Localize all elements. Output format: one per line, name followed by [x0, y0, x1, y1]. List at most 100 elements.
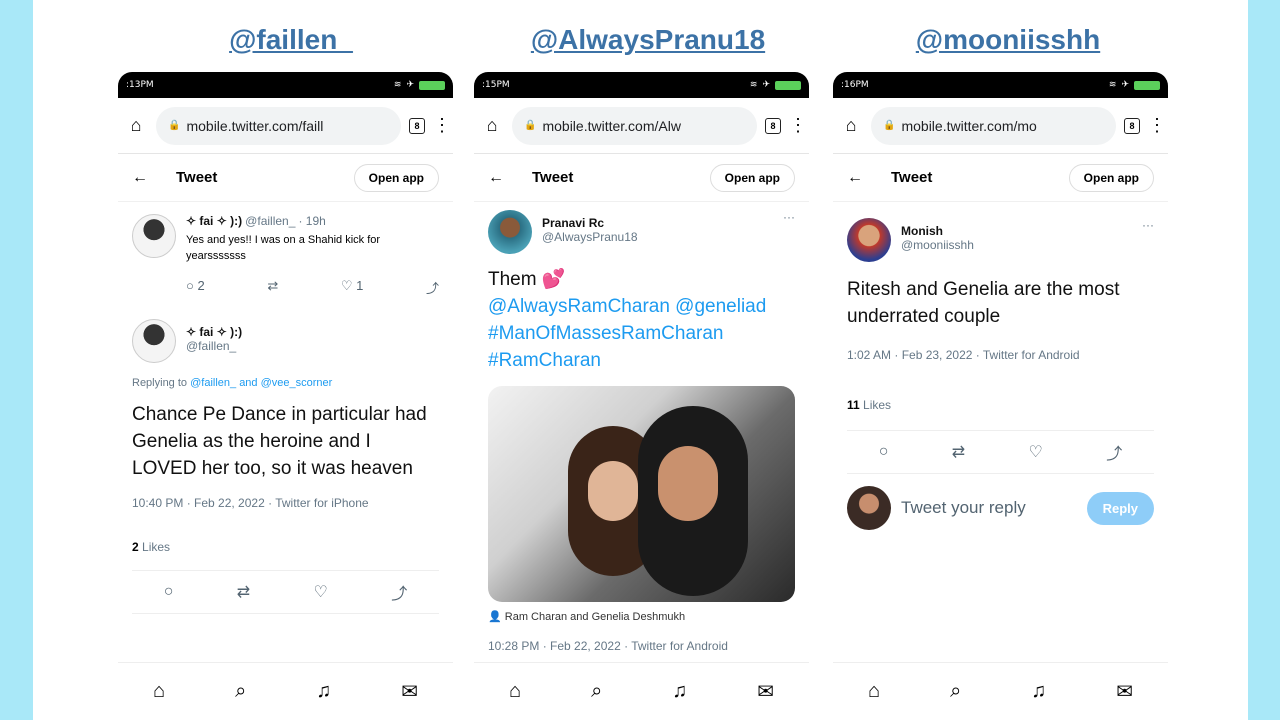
tweet-text: Chance Pe Dance in particular had Geneli… [132, 404, 427, 479]
url-text: mobile.twitter.com/mo [901, 117, 1037, 134]
author-name[interactable]: Monish [901, 224, 1132, 238]
status-bar: :13PM ≋ ✈ [118, 72, 453, 98]
reply-button[interactable]: Reply [1086, 491, 1154, 525]
tweet-timestamp: 1:02 AM · Feb 23, 2022 · Twitter for And… [847, 348, 1080, 362]
tagged-people[interactable]: 👤 Ram Charan and Genelia Deshmukh [474, 610, 809, 623]
messages-envelope-icon[interactable]: ✉ [401, 679, 418, 704]
home-icon[interactable]: ⌂ [480, 115, 504, 136]
notifications-bell-icon[interactable]: ♫ [316, 680, 331, 703]
likes-count: 11 [847, 398, 860, 412]
more-options-icon[interactable]: ··· [1142, 218, 1154, 262]
replying-to-prefix: Replying to [132, 377, 188, 389]
bottom-navigation: ⌂ ⌕ ♫ ✉ [118, 662, 453, 720]
reply-input[interactable]: Tweet your reply [901, 498, 1077, 518]
retweet-icon[interactable]: ⇄ [267, 278, 278, 297]
more-menu-icon[interactable]: ⋮ [433, 115, 451, 136]
likes-count: 2 [132, 540, 139, 554]
author-username: @AlwaysPranu18 [542, 230, 638, 244]
author-name[interactable]: Pranavi Rc [542, 216, 773, 230]
author-username: @faillen_ [186, 339, 237, 353]
tabs-count-icon[interactable]: 8 [1124, 117, 1140, 134]
tabs-count-icon[interactable]: 8 [409, 117, 425, 134]
back-arrow-icon[interactable]: ← [132, 169, 148, 187]
wifi-icon: ≋ [1108, 80, 1117, 90]
battery-icon [1134, 80, 1160, 90]
messages-envelope-icon[interactable]: ✉ [757, 679, 774, 704]
status-icons: ≋ ✈ [750, 80, 801, 90]
search-icon[interactable]: ⌕ [591, 680, 602, 703]
tweet-author: Pranavi Rc @AlwaysPranu18 ··· [474, 210, 809, 254]
photo-face [588, 461, 638, 521]
replying-to-link[interactable]: @faillen_ and @vee_scorner [190, 377, 332, 389]
avatar[interactable] [847, 218, 891, 262]
open-app-button[interactable]: Open app [1068, 163, 1154, 192]
share-icon[interactable]: ⤴ [426, 278, 439, 297]
avatar[interactable] [132, 319, 176, 363]
tweet-header: ← Tweet Open app [833, 154, 1168, 202]
browser-toolbar: ⌂ 🔒 mobile.twitter.com/faill 8 ⋮ [118, 98, 453, 154]
likes-label: Likes [863, 398, 892, 412]
like-count: 1 [356, 278, 364, 293]
airplane-icon: ✈ [406, 80, 414, 90]
url-bar[interactable]: 🔒 mobile.twitter.com/Alw [512, 106, 757, 145]
likes-label: Likes [142, 540, 171, 554]
share-icon[interactable]: ⤴ [1106, 440, 1122, 464]
tweet-author-line: ✧ fai ✧ ):) @faillen_ · 19h [186, 214, 439, 228]
share-icon[interactable]: ⤴ [391, 580, 407, 604]
phone-screenshot-2: :15PM ≋ ✈ ⌂ 🔒 mobile.twitter.com/Alw 8 ⋮ … [474, 72, 809, 720]
avatar[interactable] [132, 214, 176, 258]
heart-icon[interactable]: ♡ [1029, 442, 1043, 462]
notifications-bell-icon[interactable]: ♫ [1031, 680, 1046, 703]
home-icon[interactable]: ⌂ [839, 115, 863, 136]
url-bar[interactable]: 🔒 mobile.twitter.com/faill [156, 106, 401, 145]
open-app-button[interactable]: Open app [709, 163, 795, 192]
reply-action[interactable]: ○ 2 [186, 278, 205, 297]
tweet-hashtag[interactable]: #ManOfMassesRamCharan [474, 320, 809, 347]
search-icon[interactable]: ⌕ [235, 680, 246, 703]
handle-caption: @AlwaysPranu18 [530, 24, 766, 55]
tweet-hashtag[interactable]: #RamCharan [474, 347, 809, 374]
home-tab-icon[interactable]: ⌂ [153, 680, 165, 703]
tweet-photo[interactable] [488, 386, 795, 602]
reply-count: 2 [197, 278, 205, 293]
person-icon: 👤 [488, 611, 502, 623]
author-name: ✧ fai ✧ ):) [186, 214, 243, 228]
reply-icon[interactable]: ○ [164, 583, 174, 601]
status-time: :16PM [841, 80, 869, 90]
heart-icon[interactable]: ♡ [314, 582, 328, 602]
back-arrow-icon[interactable]: ← [488, 169, 504, 187]
status-bar: :16PM ≋ ✈ [833, 72, 1168, 98]
reply-icon[interactable]: ○ [879, 443, 889, 461]
notifications-bell-icon[interactable]: ♫ [672, 680, 687, 703]
tweet-mentions[interactable]: @AlwaysRamCharan @geneliad [474, 293, 809, 320]
search-icon[interactable]: ⌕ [950, 680, 961, 703]
like-action[interactable]: ♡ 1 [341, 278, 364, 297]
home-tab-icon[interactable]: ⌂ [868, 680, 880, 703]
parent-tweet[interactable]: ✧ fai ✧ ):) @faillen_ · 19h Yes and yes!… [118, 214, 453, 297]
more-options-icon[interactable]: ··· [783, 210, 795, 254]
likes-summary[interactable]: 2 Likes [118, 540, 453, 554]
retweet-icon[interactable]: ⇄ [952, 442, 965, 462]
url-bar[interactable]: 🔒 mobile.twitter.com/mo [871, 106, 1116, 145]
phone-screenshot-1: :13PM ≋ ✈ ⌂ 🔒 mobile.twitter.com/faill 8 … [118, 72, 453, 720]
more-menu-icon[interactable]: ⋮ [789, 115, 807, 136]
open-app-button[interactable]: Open app [353, 163, 439, 192]
author-name[interactable]: ✧ fai ✧ ):) [186, 325, 242, 339]
more-menu-icon[interactable]: ⋮ [1148, 115, 1166, 136]
browser-toolbar: ⌂ 🔒 mobile.twitter.com/Alw 8 ⋮ [474, 98, 809, 154]
battery-icon [775, 80, 801, 90]
likes-summary[interactable]: 11 Likes [833, 398, 1168, 412]
retweet-icon[interactable]: ⇄ [237, 582, 250, 602]
home-icon[interactable]: ⌂ [124, 115, 148, 136]
handle-caption: @mooniisshh [915, 24, 1101, 55]
home-tab-icon[interactable]: ⌂ [509, 680, 521, 703]
reply-composer: Tweet your reply Reply [833, 486, 1168, 530]
tabs-count-icon[interactable]: 8 [765, 117, 781, 134]
back-arrow-icon[interactable]: ← [847, 169, 863, 187]
avatar[interactable] [488, 210, 532, 254]
tweet-author: Monish @mooniisshh ··· [833, 218, 1168, 262]
bottom-navigation: ⌂ ⌕ ♫ ✉ [833, 662, 1168, 720]
battery-icon [419, 80, 445, 90]
messages-envelope-icon[interactable]: ✉ [1116, 679, 1133, 704]
avatar[interactable] [847, 486, 891, 530]
